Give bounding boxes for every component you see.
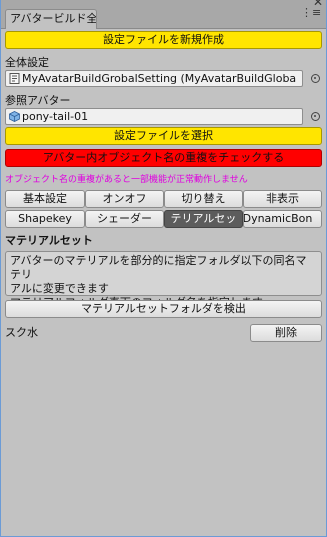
tab-on-off[interactable]: オンオフ [85,190,164,208]
tab-shapekey[interactable]: Shapekey [5,210,85,228]
global-settings-label: 全体設定 [5,56,49,69]
object-picker-icon[interactable] [311,112,320,121]
tab-switch[interactable]: 切り替え [164,190,243,208]
script-asset-icon [9,73,20,84]
help-text-line: アルに変更できます [10,282,109,295]
reference-avatar-label: 参照アバター [5,94,71,107]
tab-material-set[interactable]: テリアルセッ [164,210,243,228]
close-icon[interactable]: ✕ [313,0,323,8]
kebab-menu-icon[interactable]: ⋮≡ [301,7,321,18]
reference-avatar-field[interactable]: pony-tail-01 [5,108,303,125]
object-picker-icon[interactable] [311,74,320,83]
reference-avatar-value: pony-tail-01 [22,110,89,123]
duplicate-warning-text: オブジェクト名の重複があると一部機能が正常動作しません [5,175,248,185]
help-text-line: アバターのマテリアルを部分的に指定フォルダ以下の同名マテリ [10,254,307,281]
check-duplicates-button[interactable]: アバター内オブジェクト名の重複をチェックする [5,149,322,167]
material-set-help-box: アバターのマテリアルを部分的に指定フォルダ以下の同名マテリ アルに変更できます … [5,251,322,309]
global-settings-field[interactable]: MyAvatarBuildGrobalSetting (MyAvatarBuil… [5,70,303,87]
detect-material-folders-button[interactable]: マテリアルセットフォルダを検出 [5,300,322,318]
tab-shader[interactable]: シェーダー [85,210,164,228]
tab-basic-settings[interactable]: 基本設定 [5,190,85,208]
window-tab[interactable]: アバタービルド全 [5,9,97,29]
tab-dynamic-bone[interactable]: DynamicBon [243,210,322,228]
prefab-cube-icon [9,111,20,122]
select-settings-button[interactable]: 設定ファイルを選択 [5,127,322,145]
create-settings-button[interactable]: 設定ファイルを新規作成 [5,31,322,49]
window-border-left [0,0,1,537]
global-settings-value: MyAvatarBuildGrobalSetting (MyAvatarBuil… [22,72,297,85]
material-set-item-name: スク水 [5,326,38,339]
material-set-heading: マテリアルセット [5,234,93,247]
tab-hide[interactable]: 非表示 [243,190,322,208]
window-tab-bar: アバタービルド全 ⋮≡ ✕ [1,0,326,29]
delete-button[interactable]: 削除 [250,324,322,342]
editor-window: アバタービルド全 ⋮≡ ✕ 設定ファイルを新規作成 全体設定 MyAvatarB… [0,0,327,537]
